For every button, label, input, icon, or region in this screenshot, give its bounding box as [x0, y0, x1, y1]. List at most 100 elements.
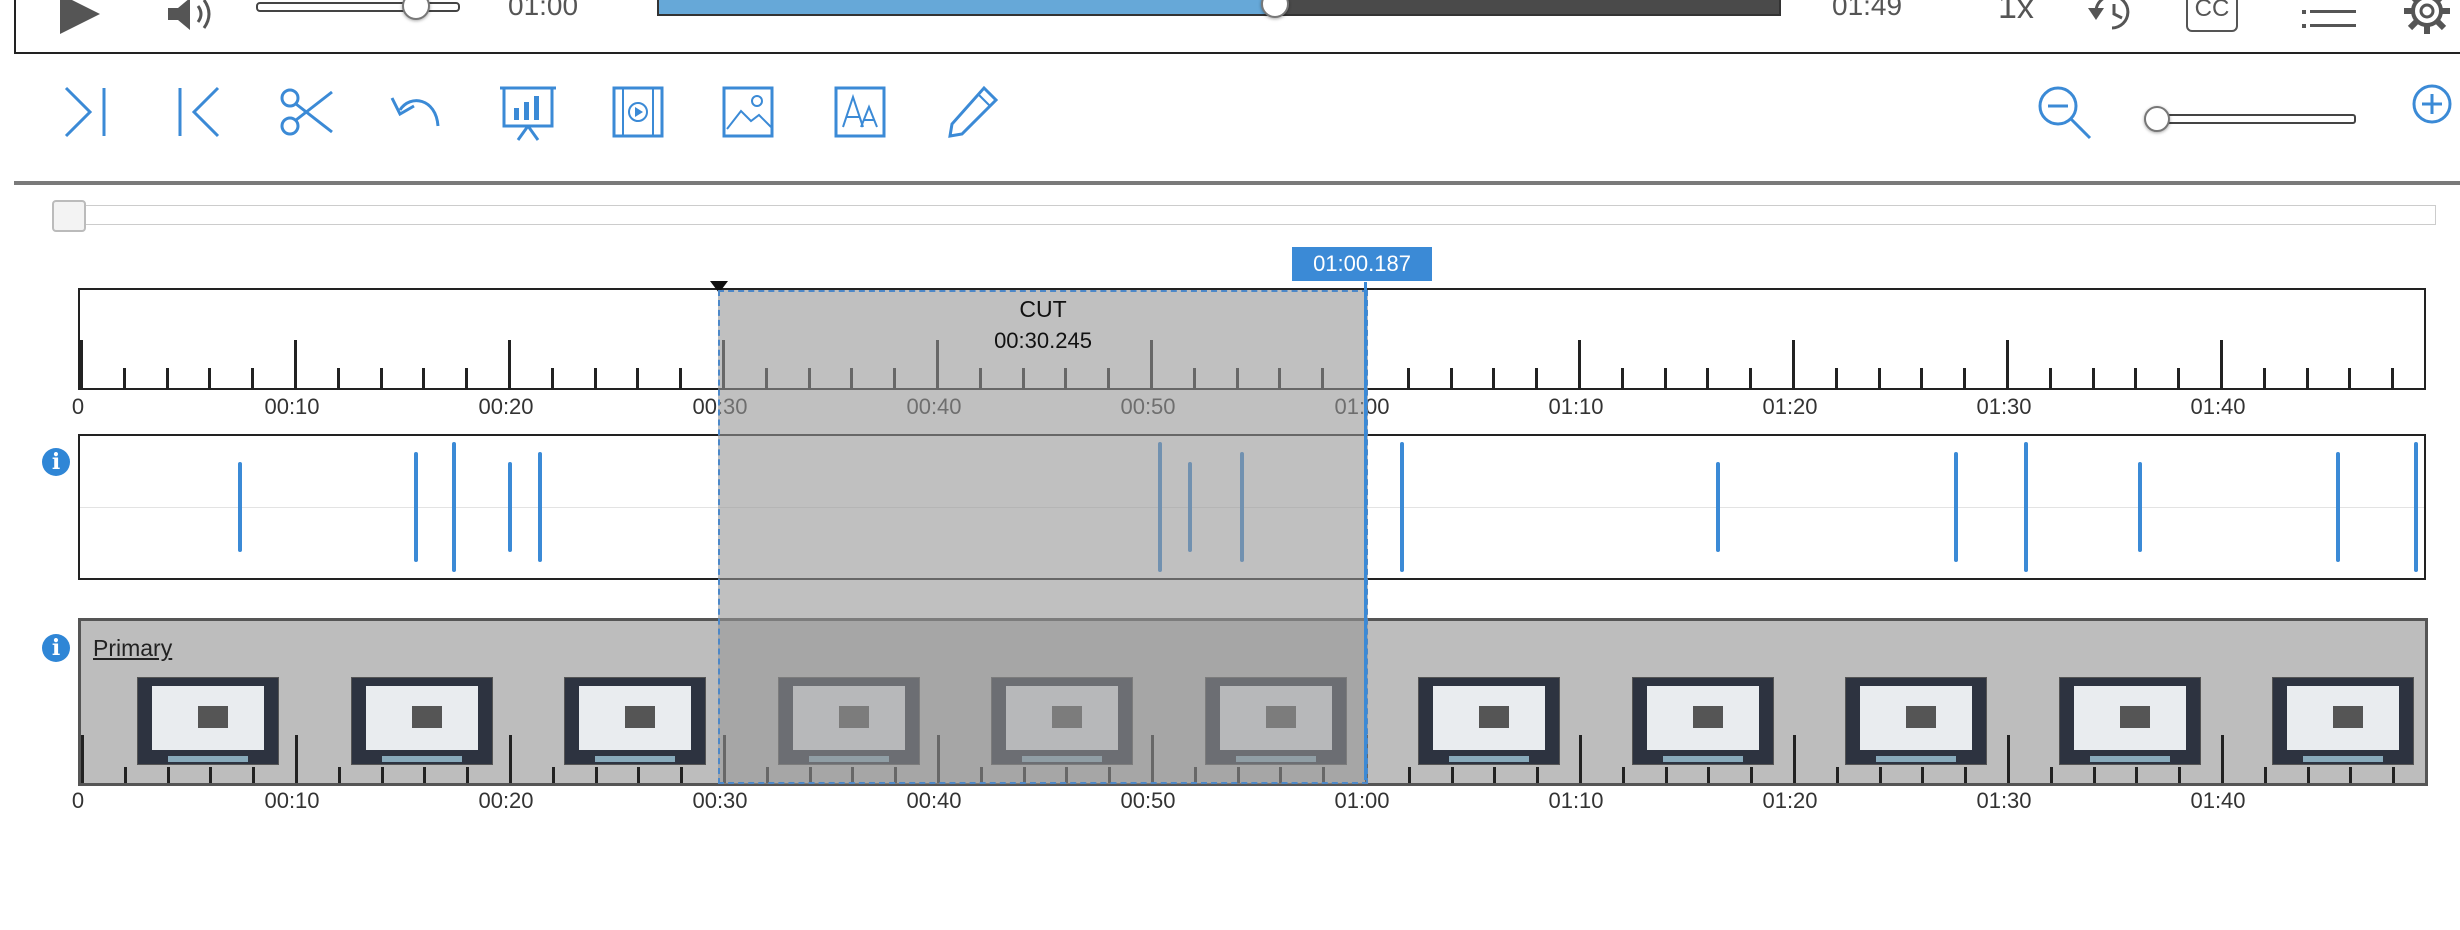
ruler-tick	[1792, 340, 1795, 388]
video-track-tick	[2392, 767, 2396, 783]
video-track-tick	[2349, 767, 2353, 783]
bottom-tick-label: 01:20	[1762, 788, 1818, 813]
waveform-spike	[2414, 442, 2418, 572]
cut-icon[interactable]	[274, 80, 338, 144]
ruler-tick	[2006, 340, 2009, 388]
video-track-tick	[1750, 767, 1754, 783]
bottom-tick-label: 00:20	[478, 788, 534, 813]
bottom-time-labels: 0 00:10 00:20 00:30 00:40 00:50 01:00 01:10 01:2…	[0, 788, 2460, 818]
undo-icon[interactable]	[384, 80, 448, 144]
video-track-tick	[2007, 735, 2010, 783]
bottom-tick-label: 0	[71, 788, 85, 813]
video-track-tick	[123, 767, 127, 783]
ruler-tick	[1877, 368, 1881, 388]
chart-slide-icon[interactable]	[496, 80, 560, 144]
ruler-tick	[679, 368, 683, 388]
zoom-slider-handle[interactable]	[2144, 106, 2170, 132]
video-track-tick	[466, 767, 470, 783]
video-track-tick	[680, 767, 684, 783]
volume-slider-handle[interactable]	[402, 0, 430, 20]
video-thumbnail	[564, 677, 706, 765]
ruler-tick	[2305, 368, 2309, 388]
ruler-tick-label: 01:40	[2190, 394, 2246, 419]
ruler-tick	[1578, 340, 1581, 388]
ruler-tick	[294, 340, 297, 388]
video-track-tick	[2178, 767, 2182, 783]
video-track-tick	[1621, 767, 1625, 783]
text-font-icon[interactable]	[828, 80, 892, 144]
audio-info-icon[interactable]: i	[42, 448, 70, 476]
video-info-icon[interactable]: i	[42, 634, 70, 662]
video-track-tick	[2135, 767, 2139, 783]
ruler-tick	[593, 368, 597, 388]
ruler-tick	[2048, 368, 2052, 388]
ruler-tick	[1749, 368, 1753, 388]
ruler-tick	[251, 368, 255, 388]
waveform-spike	[452, 442, 456, 572]
waveform-spike	[2138, 462, 2142, 552]
video-track-tick	[81, 735, 84, 783]
skip-to-start-icon[interactable]	[166, 80, 230, 144]
video-track-tick	[2092, 767, 2096, 783]
ruler-tick-label: 01:10	[1548, 394, 1604, 419]
video-track-tick	[1964, 767, 1968, 783]
zoom-in-icon[interactable]	[2396, 80, 2460, 144]
video-track-tick	[209, 767, 213, 783]
ruler-tick	[2091, 368, 2095, 388]
cut-selection-region[interactable]: CUT 00:30.245	[718, 290, 1368, 784]
waveform-spike	[1954, 452, 1958, 562]
bottom-tick-label: 00:30	[692, 788, 748, 813]
zoom-slider[interactable]	[2150, 114, 2356, 124]
rewind-icon[interactable]	[2086, 0, 2140, 39]
video-track-tick	[2221, 735, 2224, 783]
ruler-tick	[508, 340, 511, 388]
seek-bar[interactable]	[657, 0, 1781, 16]
ruler-tick-label: 01:20	[1762, 394, 1818, 419]
ruler-tick	[636, 368, 640, 388]
bottom-tick-label: 00:40	[906, 788, 962, 813]
video-track-tick	[423, 767, 427, 783]
video-track-tick	[1407, 767, 1411, 783]
image-icon[interactable]	[716, 80, 780, 144]
video-track-tick	[1793, 735, 1796, 783]
bottom-tick-label: 01:40	[2190, 788, 2246, 813]
video-track-tick	[295, 735, 298, 783]
ruler-tick	[550, 368, 554, 388]
cut-duration: 00:30.245	[994, 328, 1092, 353]
video-track-tick	[509, 735, 512, 783]
closed-captions-button[interactable]: CC	[2186, 0, 2238, 32]
playback-speed[interactable]: 1x	[1998, 0, 2034, 27]
video-track-tick	[1664, 767, 1668, 783]
settings-gear-icon[interactable]	[2402, 0, 2452, 41]
ruler-tick	[2220, 340, 2223, 388]
playhead-line[interactable]	[1364, 282, 1367, 780]
ruler-tick	[2262, 368, 2266, 388]
ruler-tick	[165, 368, 169, 388]
timeline-scrollbar-handle[interactable]	[52, 200, 86, 232]
timeline-scrollbar[interactable]	[54, 205, 2436, 225]
ruler-tick	[1920, 368, 1924, 388]
pencil-icon[interactable]	[940, 80, 1004, 144]
video-thumbnail	[2272, 677, 2414, 765]
video-track-tick	[252, 767, 256, 783]
volume-icon[interactable]	[166, 0, 222, 39]
play-icon[interactable]	[58, 0, 102, 39]
track-name[interactable]: Primary	[93, 635, 172, 662]
chapters-list-icon[interactable]	[2302, 0, 2356, 37]
skip-to-end-icon[interactable]	[54, 80, 118, 144]
current-time: 01:00	[508, 0, 579, 21]
zoom-out-icon[interactable]	[2032, 80, 2096, 144]
ruler-tick	[465, 368, 469, 388]
toolbar-divider	[14, 181, 2460, 185]
ruler-tick	[2348, 368, 2352, 388]
video-track-tick	[1921, 767, 1925, 783]
waveform-spike	[238, 462, 242, 552]
video-track-tick	[166, 767, 170, 783]
video-track-tick	[1707, 767, 1711, 783]
video-track-tick	[2049, 767, 2053, 783]
waveform-spike	[538, 452, 542, 562]
ruler-tick-label: 00:10	[264, 394, 320, 419]
ruler-tick	[1535, 368, 1539, 388]
video-track-tick	[380, 767, 384, 783]
video-clip-icon[interactable]	[606, 80, 670, 144]
